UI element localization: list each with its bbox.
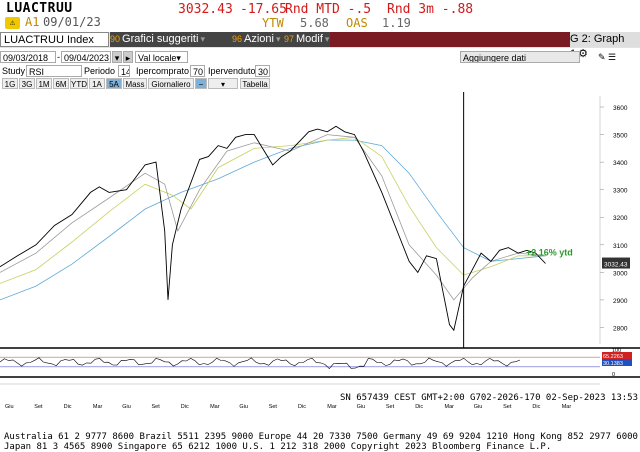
x-month-label: Dic [532,404,540,410]
x-month-label: Mar [327,404,337,410]
return-3m: Rnd 3m -.88 [387,2,474,17]
last-value-label: 3032.43 [604,262,628,269]
ticker-field[interactable]: LUACTRUU Index [0,32,109,47]
menu-suggested-charts[interactable]: 90 Grafici suggeriti ▾ [110,32,232,47]
frequency-select[interactable]: Giornaliero [148,78,194,89]
date-picker-icon-2[interactable]: ▸ [123,51,133,63]
ticker-label: LUACTRUU [6,1,73,16]
chart-type-button[interactable]: − [195,78,207,89]
period-label: Periodo [84,66,116,76]
x-month-label: Set [152,404,161,410]
y-axis: 2800 2900 3000 3100 3200 3300 3400 3500 3600 3032… [526,96,630,344]
menu-edit[interactable]: 97 Modif ▾ [284,32,330,47]
range-ytd-button[interactable]: YTD [70,78,88,89]
x-month-label: Set [34,404,43,410]
range-5y-button[interactable]: 5A [106,78,122,89]
chart-series [0,92,546,348]
chart-style-select[interactable]: ▾ [208,78,238,89]
price-change: -17.65 [240,2,287,17]
range-3d-button[interactable]: 3G [19,78,35,89]
x-month-label: Set [386,404,395,410]
y-tick-label: 3000 [613,270,628,277]
y-tick-label: 3100 [613,243,628,250]
chevron-down-icon: ▾ [324,34,330,44]
oas-label: OAS [346,16,368,30]
price-chart[interactable]: 2800 2900 3000 3100 3200 3300 3400 3500 3600 3032… [0,92,640,412]
range-1m-button[interactable]: 1M [36,78,52,89]
currency-value: Val locale [138,53,177,63]
start-date-field[interactable]: 09/03/2018 [0,51,56,63]
add-data-field[interactable]: Aggiungere dati [460,51,580,63]
x-month-label: Mar [210,404,220,410]
ytw-label: YTW [262,16,284,30]
chevron-down-icon: ▾ [200,34,205,44]
x-month-label: Giu [357,404,366,410]
y-tick-label: 3500 [613,133,628,140]
range-1d-button[interactable]: 1G [2,78,18,89]
rsi-axis-label: 100 [612,348,621,354]
y-tick-label: 3600 [613,105,628,112]
last-price: 3032.43 [178,2,233,17]
range-6m-button[interactable]: 6M [53,78,69,89]
y-tick-label: 3200 [613,215,628,222]
menu-label: Grafici suggeriti [122,33,199,45]
contact-line-1: Australia 61 2 9777 8600 Brazil 5511 239… [4,432,638,442]
menu-actions[interactable]: 96 Azioni ▾ [232,32,284,47]
x-month-label: Giu [239,404,248,410]
return-mtd: Rnd MTD -.5 [285,2,372,17]
ytd-label: +2.16% ytd [526,248,573,258]
security-header: LUACTRUU ⚠ A1 09/01/23 3032.43 -17.65 Rn… [0,0,640,32]
toolbar-icons[interactable]: ✎ ☰ [598,51,616,63]
study-value: RSI [29,67,45,77]
x-month-label: Giu [122,404,131,410]
range-max-button[interactable]: Mass [123,78,147,89]
menu-number: 97 [284,34,295,44]
overbought-label: Ipercomprato [136,66,190,76]
oversold-field[interactable]: 30 [255,65,270,77]
rsi-value-label: 30.1383 [603,361,623,367]
x-month-label: Giu [474,404,483,410]
contact-line-2: Japan 81 3 4565 8900 Singapore 65 6212 1… [4,442,552,452]
range-1y-button[interactable]: 1A [89,78,105,89]
menu-number: 90 [110,34,121,44]
x-month-label: Dic [415,404,423,410]
quote-date: 09/01/23 [43,15,101,29]
menu-number: 96 [232,34,243,44]
ytw-value: 5.68 [300,16,329,30]
study-label: Study [2,66,26,76]
toolbar-spacer [330,32,570,47]
y-tick-label: 2900 [613,298,628,305]
x-month-label: Mar [445,404,455,410]
date-picker-icon[interactable]: ▾ [112,51,122,63]
x-month-label: Mar [562,404,572,410]
oas-value: 1.19 [382,16,411,30]
rsi-axis-label: 0 [612,372,615,378]
date-separator: - [57,52,60,62]
x-month-label: Dic [181,404,189,410]
menu-label: Azioni [244,33,274,45]
overbought-field[interactable]: 70 [190,65,205,77]
chevron-down-icon: ▾ [275,34,281,44]
rsi-panel: 65.226330.13831000 [0,347,640,378]
x-month-label: Mar [93,404,103,410]
period-field[interactable]: 14 [118,65,130,77]
warning-icon: ⚠ [5,17,20,29]
study-select[interactable]: RSI [26,65,82,77]
oversold-label: Ipervenduto [208,66,256,76]
table-button[interactable]: Tabella [240,78,270,89]
graph-label: G 2: Graph 1⚙ [570,32,640,60]
status-line: SN 657439 CEST GMT+2:00 G702-2026-170 02… [340,393,640,403]
x-month-label: Dic [298,404,306,410]
x-month-label: Giu [5,404,14,410]
y-tick-label: 3300 [613,188,628,195]
x-month-label: Set [269,404,278,410]
x-month-label: Set [503,404,512,410]
y-tick-label: 3400 [613,160,628,167]
menu-label: Modif [296,33,323,45]
end-date-field[interactable]: 09/04/2023 [61,51,111,63]
exchange-code: A1 [25,15,40,29]
x-month-label: Dic [64,404,72,410]
currency-select[interactable]: Val locale▾ [135,51,188,63]
y-tick-label: 2800 [613,325,628,332]
